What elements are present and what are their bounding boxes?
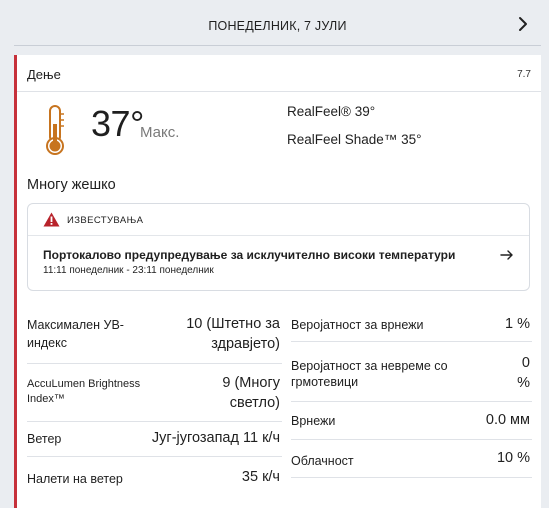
period-time: 7.7 bbox=[517, 69, 531, 80]
period-label: Дење bbox=[27, 67, 61, 82]
detail-label: Веројатност за невреме со грмотевици bbox=[291, 359, 448, 389]
day-header: ПОНЕДЕЛНИК, 7 ЈУЛИ bbox=[14, 0, 541, 46]
thermometer-icon bbox=[46, 105, 64, 155]
detail-row-wind: Ветер Југ-југозапад 11 к/ч bbox=[27, 422, 282, 457]
detail-value: 10 (Штетно за здравјето) bbox=[186, 316, 280, 352]
max-temperature: 37° bbox=[91, 103, 144, 144]
period-row: Дење 7.7 bbox=[17, 55, 541, 92]
detail-row-precip-probability: Веројатност за врнежи 1 % bbox=[291, 305, 532, 342]
detail-label: Максимален УВ-индекс bbox=[27, 318, 124, 350]
detail-value: 9 (Многу светло) bbox=[222, 375, 280, 411]
alert-header: ИЗВЕСТУВАЊА bbox=[28, 204, 529, 236]
detail-label: Налети на ветер bbox=[27, 472, 123, 486]
chevron-right-icon[interactable] bbox=[513, 14, 533, 34]
detail-value: 10 % bbox=[496, 450, 530, 466]
detail-value: 35 к/ч bbox=[241, 469, 280, 485]
warning-icon bbox=[43, 212, 60, 227]
detail-label: Ветер bbox=[27, 432, 62, 446]
detail-label: Облачност bbox=[291, 454, 354, 468]
realfeel-shade: RealFeel Shade™ 35° bbox=[287, 132, 422, 147]
detail-row-precipitation: Врнежи 0.0 мм bbox=[291, 402, 532, 440]
details-left-column: Максимален УВ-индекс 10 (Штетно за здрав… bbox=[27, 305, 282, 497]
detail-label: Врнежи bbox=[291, 414, 336, 428]
detail-value: 0.0 мм bbox=[485, 412, 530, 428]
detail-row-brightness-index: AccuLumen Brightness Index™ 9 (Многу све… bbox=[27, 364, 282, 422]
day-title: ПОНЕДЕЛНИК, 7 ЈУЛИ bbox=[208, 19, 347, 33]
detail-row-cloud-cover: Облачност 10 % bbox=[291, 440, 532, 478]
alert-time-range: 11:11 понеделник - 23:11 понеделник bbox=[43, 265, 214, 276]
detail-row-thunderstorm-probability: Веројатност за невреме со грмотевици 0 % bbox=[291, 342, 532, 402]
realfeel: RealFeel® 39° bbox=[287, 104, 376, 119]
alert-title: ИЗВЕСТУВАЊА bbox=[67, 215, 144, 226]
detail-row-wind-gusts: Налети на ветер 35 к/ч bbox=[27, 457, 282, 497]
details-right-column: Веројатност за врнежи 1 % Веројатност за… bbox=[291, 305, 532, 478]
max-temperature-label: Макс. bbox=[140, 124, 180, 141]
detail-label: AccuLumen Brightness Index™ bbox=[27, 378, 141, 405]
detail-row-max-uv-index: Максимален УВ-индекс 10 (Штетно за здрав… bbox=[27, 305, 282, 364]
daytime-forecast-card: Дење 7.7 37° Макс. RealFeel® 39° RealFee… bbox=[14, 55, 541, 508]
weather-alert[interactable]: ИЗВЕСТУВАЊА Портокалово предупредување з… bbox=[27, 203, 530, 291]
detail-value: 0 % bbox=[517, 355, 530, 391]
alert-message: Портокалово предупредување за исклучител… bbox=[43, 248, 456, 262]
detail-value: Југ-југозапад 11 к/ч bbox=[151, 430, 280, 446]
detail-value: 1 % bbox=[505, 316, 530, 332]
weather-phrase: Многу жешко bbox=[27, 177, 116, 193]
arrow-right-icon[interactable] bbox=[499, 247, 515, 263]
detail-label: Веројатност за врнежи bbox=[291, 318, 424, 332]
